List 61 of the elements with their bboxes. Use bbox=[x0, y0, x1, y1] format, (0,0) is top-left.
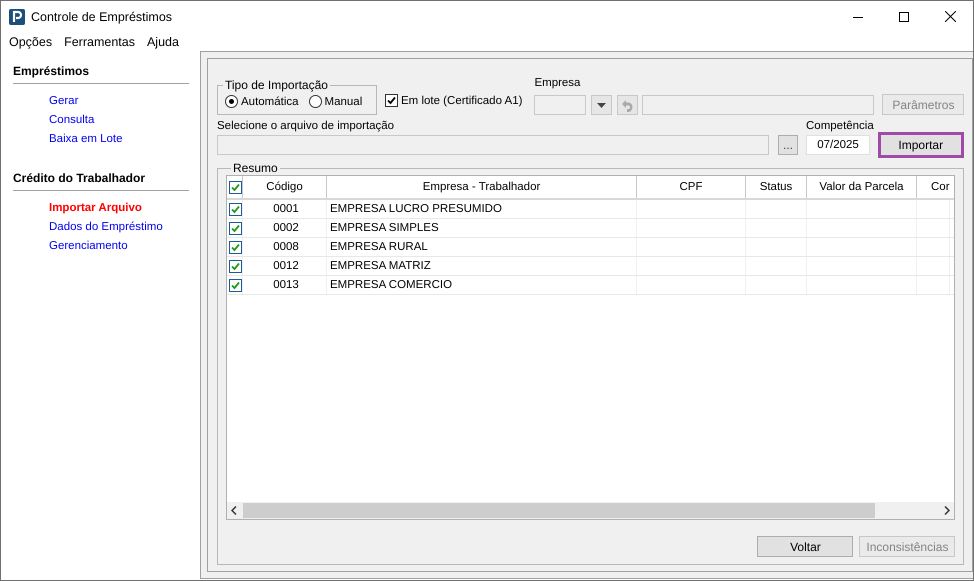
row-checkbox[interactable] bbox=[229, 260, 242, 272]
period-field[interactable]: 07/2025 bbox=[806, 135, 870, 155]
menu-item[interactable]: Ferramentas bbox=[58, 34, 141, 48]
radio-button[interactable] bbox=[308, 95, 322, 108]
row-checkbox[interactable] bbox=[229, 278, 242, 292]
table-cell: 0012 bbox=[273, 260, 299, 272]
table-cell: EMPRESA COMERCIO bbox=[330, 279, 452, 291]
radio-button[interactable] bbox=[225, 95, 238, 108]
checkbox[interactable] bbox=[385, 94, 398, 107]
group-label: Resumo bbox=[232, 161, 279, 175]
row-checkbox[interactable] bbox=[229, 222, 242, 234]
column-header[interactable]: Cor bbox=[931, 181, 950, 193]
close-icon bbox=[944, 11, 956, 22]
table-cell: EMPRESA SIMPLES bbox=[330, 222, 439, 234]
app-logo-icon bbox=[9, 8, 25, 24]
batch-checkbox-option[interactable]: Em lote (Certificado A1) bbox=[385, 94, 522, 107]
nav-link[interactable]: Dados do Empréstimo bbox=[49, 220, 163, 235]
select-all-checkbox[interactable] bbox=[229, 180, 242, 194]
dropdown-button[interactable] bbox=[591, 95, 612, 115]
nav-link[interactable]: Baixa em Lote bbox=[49, 132, 123, 147]
group-label: Tipo de Importação bbox=[224, 78, 329, 92]
radio-option[interactable]: Automática bbox=[225, 95, 299, 108]
browse-button[interactable]: ... bbox=[778, 135, 798, 155]
scroll-right-icon[interactable] bbox=[944, 506, 950, 515]
file-path-field[interactable] bbox=[217, 135, 769, 155]
nav-link[interactable]: Importar Arquivo bbox=[49, 201, 142, 216]
column-header[interactable]: Empresa - Trabalhador bbox=[422, 181, 540, 193]
table-cell: 0008 bbox=[273, 241, 299, 253]
section-title: Empréstimos bbox=[13, 64, 189, 84]
section-title: Crédito do Trabalhador bbox=[13, 171, 189, 191]
radio-option[interactable]: Manual bbox=[308, 95, 362, 108]
field-label: Selecione o arquivo de importação bbox=[217, 120, 396, 132]
window-title: Controle de Empréstimos bbox=[31, 10, 172, 24]
field-label: Competência bbox=[806, 120, 874, 132]
table-cell: EMPRESA LUCRO PRESUMIDO bbox=[330, 203, 502, 215]
table-cell: 0001 bbox=[273, 203, 299, 215]
nav-link[interactable]: Gerenciamento bbox=[49, 239, 128, 254]
column-header[interactable]: CPF bbox=[680, 181, 702, 193]
table-cell: 0002 bbox=[273, 222, 299, 234]
table-cell: EMPRESA RURAL bbox=[330, 241, 428, 253]
company-name-field[interactable] bbox=[642, 95, 874, 115]
table-cell: 0013 bbox=[273, 279, 299, 291]
maximize-icon bbox=[899, 12, 909, 22]
column-header[interactable]: Valor da Parcela bbox=[819, 181, 904, 193]
nav-link[interactable]: Gerar bbox=[49, 94, 78, 109]
menu-item[interactable]: Ajuda bbox=[140, 34, 185, 48]
action-button[interactable]: Voltar bbox=[757, 536, 854, 557]
undo-arrow-icon bbox=[620, 98, 635, 112]
column-header[interactable]: Código bbox=[266, 181, 303, 193]
nav-link[interactable]: Consulta bbox=[49, 113, 94, 128]
row-checkbox[interactable] bbox=[229, 240, 242, 254]
caret-icon bbox=[597, 102, 606, 108]
menu-item[interactable]: Opções bbox=[3, 34, 58, 48]
import-button[interactable]: Importar bbox=[880, 134, 962, 156]
row-checkbox[interactable] bbox=[229, 202, 242, 216]
horizontal-scrollbar[interactable] bbox=[227, 502, 954, 519]
scroll-left-icon[interactable] bbox=[231, 506, 237, 515]
field-label: Empresa bbox=[534, 77, 582, 89]
table-cell: EMPRESA MATRIZ bbox=[330, 260, 431, 272]
column-header[interactable]: Status bbox=[760, 181, 792, 193]
scrollbar-thumb[interactable] bbox=[243, 503, 875, 518]
